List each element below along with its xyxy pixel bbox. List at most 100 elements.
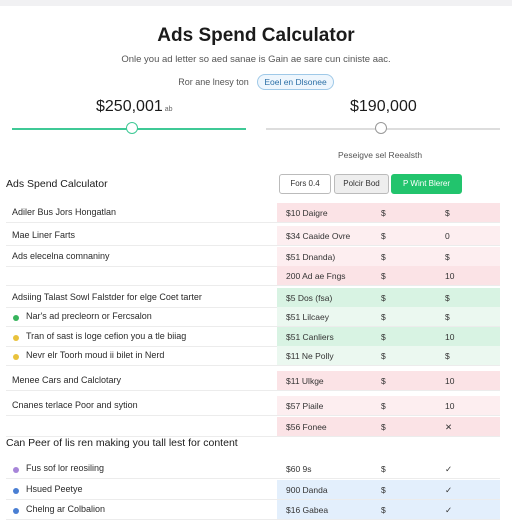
row-divider	[6, 245, 500, 246]
table-row[interactable]: Nar's ad precleorn or Fercsalon $51 Lilca…	[6, 307, 500, 327]
page-subtitle: Onle you ad letter so aed sanae is Gain …	[121, 54, 391, 65]
row-value-cell: $34 Caaide Ovre $0	[277, 226, 500, 246]
row-value-c3: 10	[445, 401, 455, 411]
status-dot-icon	[13, 335, 19, 341]
table-row[interactable]: Chelng ar Colbalion $16 Gabea $ ✓	[6, 500, 500, 520]
row-value-cell: $11 Ne Polly $ $	[277, 346, 500, 366]
row-value-c3: ✓	[445, 505, 453, 515]
row-value-c3: $	[445, 252, 450, 262]
slider-thumb-left[interactable]	[126, 122, 138, 134]
amount-left-value: $250,001	[96, 98, 163, 115]
row-value-cell: $16 Gabea $ ✓	[277, 500, 500, 520]
row-label: Hsued Peetye	[26, 484, 83, 494]
status-dot-icon	[13, 315, 19, 321]
status-dot-icon	[13, 467, 19, 473]
table-row[interactable]: Tran of sast is loge cefion you a tle bi…	[6, 327, 500, 347]
row-divider	[6, 365, 500, 366]
row-label: Menee Cars and Calclotary	[12, 375, 122, 385]
row-value-c1: $60 9s	[286, 464, 312, 474]
table-row[interactable]: Menee Cars and Calclotary $11 Ulkge $10	[6, 371, 500, 391]
row-label: Adsiing Talast Sowl Falstder for elge Co…	[12, 292, 202, 302]
toggle-pill[interactable]: Eoel en Dlsonee	[257, 74, 334, 90]
row-label: Ads elecelna comnaniny	[12, 251, 110, 261]
row-value-c3: $	[445, 293, 450, 303]
status-dot-icon	[13, 488, 19, 494]
row-value-cell: $56 Fonee $ ✕	[277, 417, 500, 437]
row-value-c2: $	[381, 312, 386, 322]
tab-polcir[interactable]: Polcir Bod	[334, 174, 389, 194]
row-label: Fus sof lor reosiling	[26, 463, 105, 473]
row-value-c1: $11 Ne Polly	[286, 351, 334, 361]
row-value-c2: $	[381, 231, 386, 241]
row-value-c2: $	[381, 464, 386, 474]
toggle-label: Ror ane lnesy ton	[178, 77, 249, 87]
row-value-c3: ✕	[445, 422, 453, 432]
row-value-c2: $	[381, 376, 386, 386]
table-row[interactable]: Ads elecelna comnaniny $51 Dnanda) $ $	[6, 247, 500, 267]
row-value-cell: $51 Canliers $10	[277, 327, 500, 347]
row-value-cell: $51 Lilcaey $ $	[277, 307, 500, 327]
row-value-c1: $11 Ulkge	[286, 376, 324, 386]
amount-right: $190,000	[350, 98, 417, 115]
top-strip	[0, 0, 512, 6]
table-row[interactable]: Hsued Peetye 900 Danda $ ✓	[6, 480, 500, 500]
row-value-cell: $5 Dos (fsa) $ $	[277, 288, 500, 308]
row-value-c3: $	[445, 312, 450, 322]
row-divider	[6, 478, 500, 479]
row-divider	[6, 285, 500, 286]
row-value-c1: $51 Dnanda)	[286, 252, 336, 262]
row-label: Tran of sast is loge cefion you a tle bi…	[26, 331, 187, 341]
row-divider	[6, 222, 500, 223]
row-value-cell: $10 Daigre $ $	[277, 203, 500, 223]
row-value-cell: 900 Danda $ ✓	[277, 480, 500, 500]
row-value-c3: 10	[445, 271, 455, 281]
row-value-c1: $51 Canliers	[286, 332, 334, 342]
row-value-c2: $	[381, 485, 386, 495]
row-value-c1: $56 Fonee	[286, 422, 327, 432]
performance-label: Peseigve sel Reealsth	[338, 150, 423, 160]
row-value-c1: $57 Piaile	[286, 401, 324, 411]
row-value-c3: ✓	[445, 464, 453, 474]
section-title-calculator: Ads Spend Calculator	[6, 178, 108, 190]
row-value-c2: $	[381, 208, 386, 218]
row-value-cell: $60 9s $ ✓	[277, 459, 500, 479]
row-value-c3: 10	[445, 376, 455, 386]
row-value-c2: $	[381, 252, 386, 262]
table-row[interactable]: Fus sof lor reosiling $60 9s $ ✓	[6, 459, 500, 479]
row-value-c2: $	[381, 293, 386, 303]
status-dot-icon	[13, 508, 19, 514]
section-title-content: Can Peer of lis ren making you tall lest…	[6, 437, 238, 449]
row-value-c1: $51 Lilcaey	[286, 312, 330, 322]
slider-thumb-right[interactable]	[375, 122, 387, 134]
row-value-c2: $	[381, 505, 386, 515]
row-label: Nar's ad precleorn or Fercsalon	[26, 311, 152, 321]
table-row[interactable]: Cnanes terlace Poor and sytion $57 Piaile…	[6, 396, 500, 416]
row-value-c1: 200 Ad ae Fngs	[286, 271, 346, 281]
row-divider	[6, 390, 500, 391]
table-row[interactable]: $56 Fonee $ ✕	[6, 417, 500, 437]
table-row[interactable]: Adiler Bus Jors Hongatlan $10 Daigre $ $	[6, 203, 500, 223]
row-value-cell: $51 Dnanda) $ $	[277, 247, 500, 267]
row-value-c1: 900 Danda	[286, 485, 328, 495]
table-row[interactable]: Nevr elr Toorh moud ii bilet in Nerd $11 …	[6, 346, 500, 366]
table-row[interactable]: 200 Ad ae Fngs $10	[6, 266, 500, 286]
page-title: Ads Spend Calculator	[157, 25, 355, 46]
amount-left: $250,001 ab	[96, 98, 173, 116]
row-value-c1: $10 Daigre	[286, 208, 328, 218]
row-label: Chelng ar Colbalion	[26, 504, 106, 514]
row-value-c1: $5 Dos (fsa)	[286, 293, 333, 303]
toggle-row: Ror ane lnesy ton Eoel en Dlsonee	[0, 74, 512, 90]
tab-fors[interactable]: Fors 0.4	[279, 174, 331, 194]
tab-wint-active[interactable]: P Wint Blerer	[391, 174, 462, 194]
table-row[interactable]: Mae Liner Farts $34 Caaide Ovre $0	[6, 226, 500, 246]
row-value-c2: $	[381, 332, 386, 342]
row-value-c2: $	[381, 351, 386, 361]
row-label: Nevr elr Toorh moud ii bilet in Nerd	[26, 350, 165, 360]
table-row[interactable]: Adsiing Talast Sowl Falstder for elge Co…	[6, 288, 500, 308]
row-label: Adiler Bus Jors Hongatlan	[12, 207, 117, 217]
row-value-cell: $57 Piaile $10	[277, 396, 500, 416]
row-value-c2: $	[381, 271, 386, 281]
row-value-c3: ✓	[445, 485, 453, 495]
row-value-c2: $	[381, 422, 386, 432]
row-divider	[6, 415, 500, 416]
